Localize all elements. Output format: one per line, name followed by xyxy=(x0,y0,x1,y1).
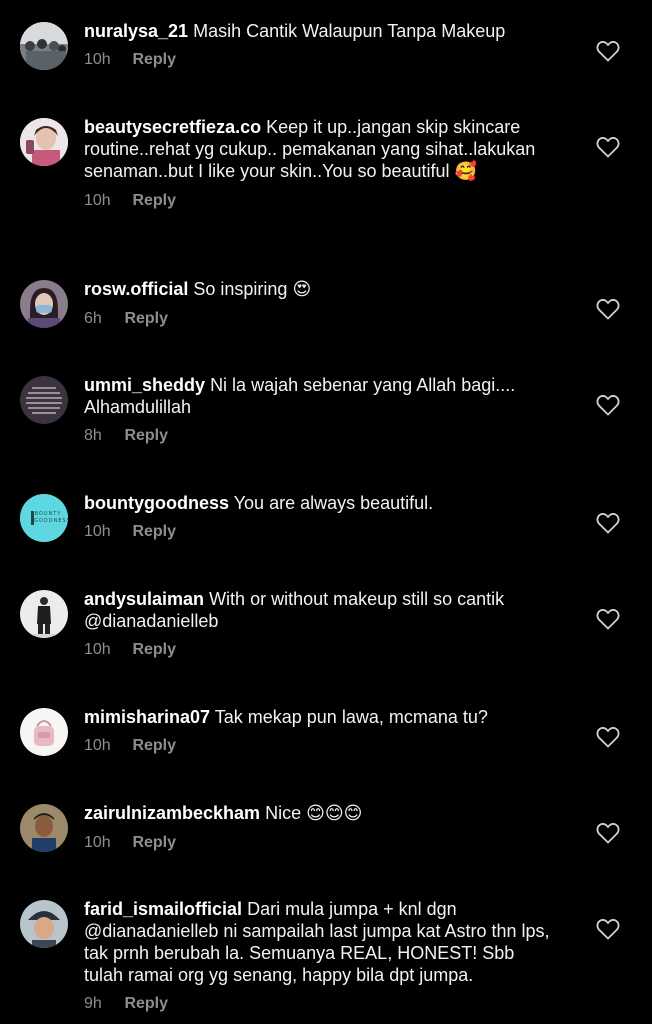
comment-time: 8h xyxy=(84,427,102,444)
reply-button[interactable]: Reply xyxy=(124,310,168,327)
comment-text: zairulnizambeckham Nice 😊😊😊 xyxy=(84,802,554,825)
like-heart-icon[interactable] xyxy=(596,726,620,748)
like-heart-icon[interactable] xyxy=(596,512,620,534)
comment-username[interactable]: mimisharina07 xyxy=(84,707,210,727)
comment-time: 10h xyxy=(84,523,111,540)
comment-time: 9h xyxy=(84,995,102,1012)
emoji: 😊😊😊 xyxy=(306,803,363,824)
like-heart-icon[interactable] xyxy=(596,298,620,320)
comment-username[interactable]: andysulaiman xyxy=(84,589,204,609)
comment-text: farid_ismailofficial Dari mula jumpa + k… xyxy=(84,898,554,986)
bounty-logo-text: BOUNTY GOODNESS xyxy=(34,511,68,524)
comment-text: bountygoodness You are always beautiful. xyxy=(84,492,554,514)
comment-body: Tak mekap pun lawa, mcmana tu? xyxy=(214,707,488,727)
comment-username[interactable]: ummi_sheddy xyxy=(84,375,205,395)
comment-body: So inspiring xyxy=(193,279,288,299)
comment-time: 10h xyxy=(84,641,111,658)
comment-text: beautysecretfieza.co Keep it up..jangan … xyxy=(84,116,554,183)
reply-button[interactable]: Reply xyxy=(124,427,168,444)
comment-text: andysulaiman With or without makeup stil… xyxy=(84,588,554,632)
reply-button[interactable]: Reply xyxy=(132,737,176,754)
like-heart-icon[interactable] xyxy=(596,608,620,630)
comment-text: mimisharina07 Tak mekap pun lawa, mcmana… xyxy=(84,706,554,728)
comment-time: 6h xyxy=(84,310,102,327)
avatar[interactable] xyxy=(20,118,68,166)
reply-button[interactable]: Reply xyxy=(132,641,176,658)
reply-button[interactable]: Reply xyxy=(132,523,176,540)
comment-username[interactable]: nuralysa_21 xyxy=(84,21,188,41)
comment-username[interactable]: rosw.official xyxy=(84,279,188,299)
comment-text: ummi_sheddy Ni la wajah sebenar yang All… xyxy=(84,374,554,418)
like-heart-icon[interactable] xyxy=(596,136,620,158)
comment-username[interactable]: beautysecretfieza.co xyxy=(84,117,261,137)
avatar[interactable] xyxy=(20,708,68,756)
like-heart-icon[interactable] xyxy=(596,918,620,940)
avatar[interactable] xyxy=(20,804,68,852)
like-heart-icon[interactable] xyxy=(596,394,620,416)
emoji: 🥰 xyxy=(454,161,477,182)
like-heart-icon[interactable] xyxy=(596,822,620,844)
avatar[interactable]: BOUNTY GOODNESS xyxy=(20,494,68,542)
comment-text: nuralysa_21 Masih Cantik Walaupun Tanpa … xyxy=(84,20,554,42)
avatar[interactable] xyxy=(20,900,68,948)
avatar[interactable] xyxy=(20,22,68,70)
comment-username[interactable]: farid_ismailofficial xyxy=(84,899,242,919)
avatar[interactable] xyxy=(20,376,68,424)
reply-button[interactable]: Reply xyxy=(132,834,176,851)
comment-time: 10h xyxy=(84,192,111,209)
comment-username[interactable]: zairulnizambeckham xyxy=(84,803,260,823)
reply-button[interactable]: Reply xyxy=(132,192,176,209)
comment-time: 10h xyxy=(84,834,111,851)
comment-text: rosw.official So inspiring 😍 xyxy=(84,278,554,301)
reply-button[interactable]: Reply xyxy=(132,51,176,68)
like-heart-icon[interactable] xyxy=(596,40,620,62)
reply-button[interactable]: Reply xyxy=(124,995,168,1012)
comment-body: You are always beautiful. xyxy=(233,493,434,513)
comment-time: 10h xyxy=(84,737,111,754)
comment-username[interactable]: bountygoodness xyxy=(84,493,229,513)
comment-body: Masih Cantik Walaupun Tanpa Makeup xyxy=(193,21,506,41)
avatar[interactable] xyxy=(20,590,68,638)
avatar[interactable] xyxy=(20,280,68,328)
comment-time: 10h xyxy=(84,51,111,68)
emoji: 😍 xyxy=(292,279,312,300)
comment-body: Nice xyxy=(265,803,302,823)
